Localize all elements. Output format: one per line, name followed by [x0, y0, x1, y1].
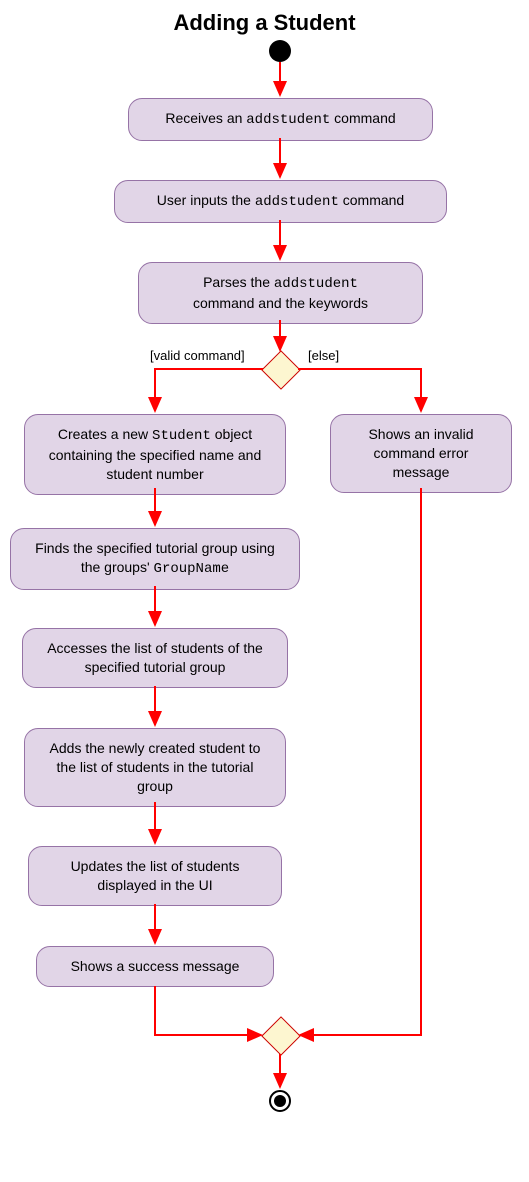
activity-add-student: Adds the newly created student to the li… [24, 728, 286, 807]
activity-parses: Parses the addstudent command and the ke… [138, 262, 423, 324]
activity-error: Shows an invalid command error message [330, 414, 512, 493]
activity-create-student: Creates a new Student object containing … [24, 414, 286, 495]
decision-valid [261, 350, 301, 390]
end-node [269, 1090, 291, 1112]
guard-valid: [valid command] [150, 348, 245, 363]
diagram-title: Adding a Student [10, 10, 519, 36]
activity-success: Shows a success message [36, 946, 274, 987]
activity-update-ui: Updates the list of students displayed i… [28, 846, 282, 906]
activity-access-list: Accesses the list of students of the spe… [22, 628, 288, 688]
merge-node [261, 1016, 301, 1056]
activity-find-group: Finds the specified tutorial group using… [10, 528, 300, 590]
guard-else: [else] [308, 348, 339, 363]
activity-user-inputs: User inputs the addstudent command [114, 180, 447, 223]
activity-receives: Receives an addstudent command [128, 98, 433, 141]
activity-diagram: Receives an addstudent command User inpu… [10, 40, 519, 1170]
start-node [269, 40, 291, 62]
